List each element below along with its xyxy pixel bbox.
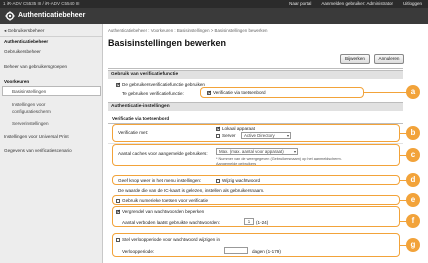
sidebar-item-user-groups[interactable]: Beheer van gebruikersgroepen — [4, 64, 67, 69]
app-header: Authenticatiebeheer — [0, 8, 428, 24]
section-auth-settings: Authenticatie-instellingen — [108, 102, 403, 111]
highlight-e — [112, 195, 400, 205]
device-name: 1 iR-ADV C5535 III / iR-ADV C5540 III — [3, 1, 80, 6]
page-title: Basisinstellingen bewerken — [108, 38, 227, 48]
sidebar-item-server-settings[interactable]: Serverinstellingen — [12, 121, 49, 126]
highlight-b — [112, 124, 400, 142]
callout-badge-e: e — [406, 193, 420, 207]
sidebar-item-users[interactable]: Gebruikersbeheer — [4, 49, 41, 54]
sidebar: ◂ Gebruikersbeheer Authenticatiebeheer G… — [0, 24, 103, 263]
highlight-g — [112, 233, 400, 257]
callout-badge-b: b — [406, 126, 420, 140]
login-user-name: Administrator — [366, 1, 393, 6]
highlight-c — [112, 144, 400, 166]
callout-badge-f: f — [406, 214, 420, 228]
sidebar-item-panel-settings-2[interactable]: configuratiescherm — [12, 109, 51, 114]
title-divider — [108, 68, 403, 69]
sidebar-divider — [0, 36, 102, 37]
sidebar-item-basic-settings[interactable]: Basisinstellingen — [12, 89, 46, 94]
main-content: Authenticatiebeheer : Voorkeuren : Basis… — [104, 24, 428, 263]
callout-badge-g: g — [406, 238, 420, 252]
highlight-f — [112, 206, 400, 227]
login-user-prefix: Aanmelden gebruiker: — [321, 1, 366, 6]
update-button[interactable]: Bijwerken — [340, 54, 370, 64]
gear-icon — [5, 11, 15, 21]
breadcrumb: Authenticatiebeheer : Voorkeuren : Basis… — [108, 28, 268, 33]
login-user: Aanmelden gebruiker: Administrator — [321, 0, 393, 8]
cancel-button[interactable]: Annuleren — [374, 54, 404, 64]
callout-line-a — [364, 92, 408, 93]
highlight-a — [200, 87, 364, 98]
sidebar-heading-auth[interactable]: Authenticatiebeheer — [4, 39, 48, 44]
use-auth-label: De gebruikersverificatiefunctie gebruike… — [122, 82, 205, 87]
subsection-keyboard: Verificatie via toetsenbord — [112, 116, 170, 121]
device-strip: 1 iR-ADV C5535 III / iR-ADV C5540 III Na… — [0, 0, 428, 8]
sidebar-item-universal-print[interactable]: Instellingen voor Universal Print — [4, 134, 69, 139]
section-usage: Gebruik van verificatiefunctie — [108, 70, 403, 79]
use-auth-checkbox[interactable] — [116, 82, 121, 88]
ic-card-text: De waarde die van de IC-kaart is gelezen… — [118, 188, 265, 193]
sidebar-item-scenario-info[interactable]: Gegevens van verificatiescenario — [4, 148, 72, 153]
sidebar-item-panel-settings[interactable]: Instellingen voor — [12, 102, 45, 107]
sidebar-heading-preferences[interactable]: Voorkeuren — [4, 79, 29, 84]
callout-badge-a: a — [406, 85, 420, 99]
portal-link[interactable]: Naar portal — [289, 0, 311, 8]
highlight-d — [112, 175, 400, 185]
app-title: Authenticatiebeheer — [18, 12, 86, 19]
auth-functions-label: Te gebruiken verificatiefunctie: — [122, 91, 184, 96]
callout-badge-d: d — [406, 173, 420, 187]
sidebar-back-link[interactable]: ◂ Gebruikersbeheer — [4, 28, 44, 34]
logout-link[interactable]: Uitloggen — [403, 0, 422, 8]
callout-badge-c: c — [406, 148, 420, 162]
